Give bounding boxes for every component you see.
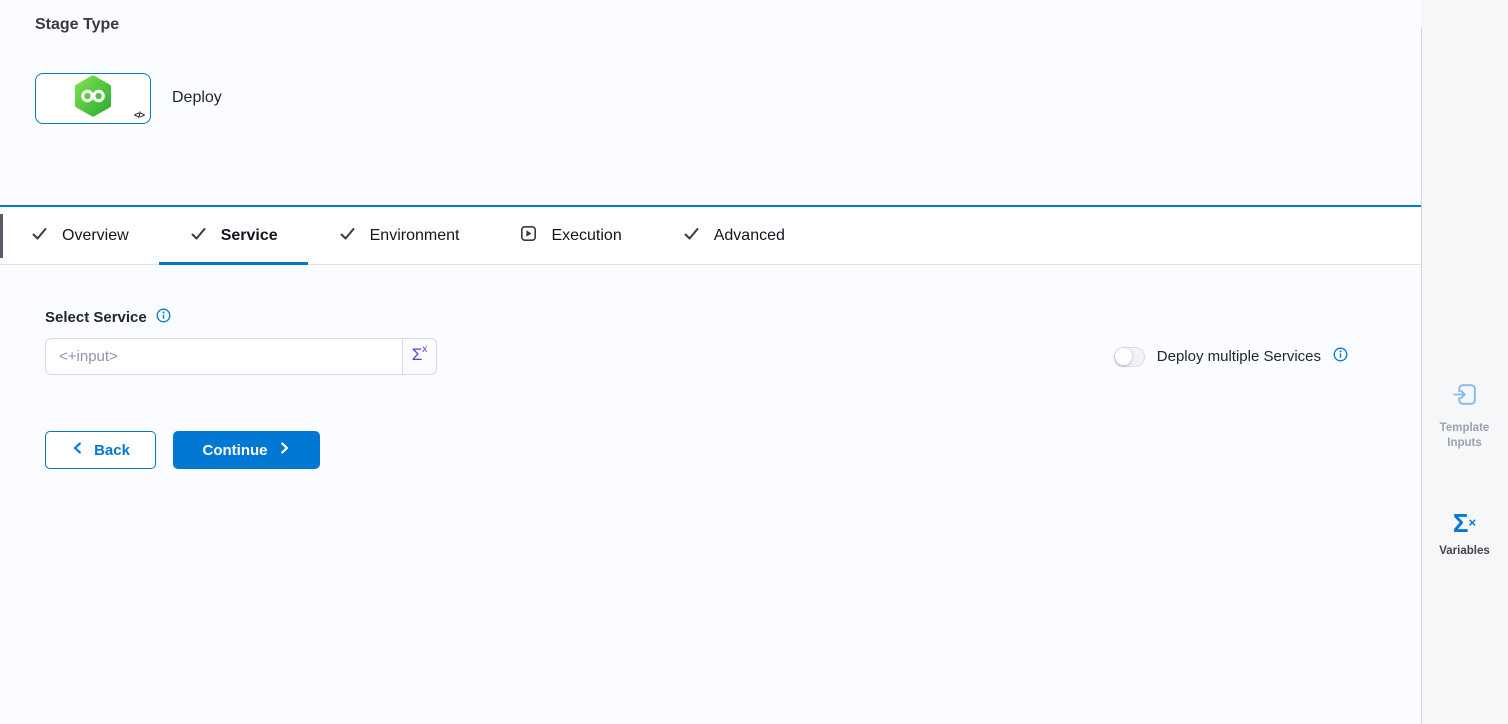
- template-inputs-icon: [1451, 381, 1479, 413]
- rail-divider: [1421, 28, 1422, 724]
- tab-label: Service: [221, 227, 278, 245]
- tab-label: Advanced: [714, 227, 785, 245]
- tab-label: Environment: [370, 227, 460, 245]
- stage-tabbar: Overview Service Environment Execution: [0, 207, 1421, 265]
- back-button[interactable]: Back: [45, 431, 156, 469]
- stage-name-label: Deploy: [172, 89, 222, 107]
- deploy-multiple-services-label: Deploy multiple Services: [1157, 348, 1321, 365]
- service-input-group: Σx: [45, 338, 437, 375]
- check-icon: [682, 224, 701, 248]
- code-glyph-icon: </>: [134, 110, 144, 120]
- tab-service[interactable]: Service: [159, 207, 308, 264]
- deploy-stage-card[interactable]: </>: [35, 73, 151, 124]
- check-icon: [30, 224, 49, 248]
- runtime-input-sigma-button[interactable]: Σx: [403, 338, 437, 375]
- template-inputs-label: Template Inputs: [1434, 421, 1496, 451]
- tab-overview[interactable]: Overview: [0, 207, 159, 264]
- tab-advanced[interactable]: Advanced: [652, 207, 815, 264]
- select-service-label: Select Service: [45, 309, 147, 326]
- play-box-icon: [519, 224, 538, 248]
- toggle-knob: [1115, 348, 1132, 365]
- tab-environment[interactable]: Environment: [308, 207, 490, 264]
- stage-config-panel: Stage Type </> Deploy: [0, 0, 1421, 724]
- info-icon[interactable]: [1333, 347, 1348, 366]
- right-rail: Template Inputs Σ× Variables: [1421, 0, 1508, 724]
- variables-sigma-icon: Σ×: [1453, 510, 1476, 536]
- back-button-label: Back: [94, 442, 130, 459]
- chevron-right-icon: [277, 441, 291, 459]
- deploy-multiple-services-toggle[interactable]: [1114, 347, 1145, 367]
- tab-execution[interactable]: Execution: [489, 207, 651, 264]
- tab-label: Execution: [551, 227, 621, 245]
- service-tab-panel: Select Service Σx Deploy mul: [0, 266, 1421, 724]
- template-inputs-button[interactable]: Template Inputs: [1421, 381, 1508, 451]
- select-service-input[interactable]: [45, 338, 403, 375]
- harness-cd-hexagon-icon: [74, 75, 112, 122]
- tab-label: Overview: [62, 227, 129, 245]
- continue-button-label: Continue: [203, 442, 268, 459]
- deploy-multiple-services-row: Deploy multiple Services: [1114, 347, 1348, 367]
- variables-label: Variables: [1434, 544, 1496, 559]
- stage-type-label: Stage Type: [35, 16, 119, 34]
- variables-button[interactable]: Σ× Variables: [1421, 510, 1508, 559]
- check-icon: [338, 224, 357, 248]
- check-icon: [189, 224, 208, 248]
- stage-type-section: Stage Type </> Deploy: [0, 0, 1421, 207]
- continue-button[interactable]: Continue: [173, 431, 320, 469]
- info-icon[interactable]: [156, 308, 171, 327]
- chevron-left-icon: [71, 441, 85, 459]
